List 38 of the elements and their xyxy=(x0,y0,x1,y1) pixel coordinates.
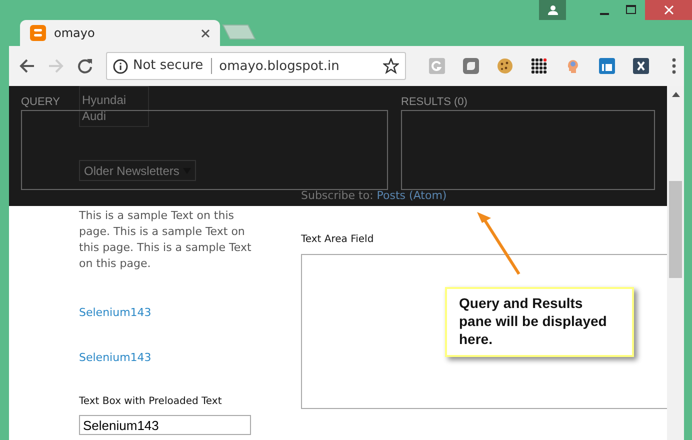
callout-note: Query and Results pane will be displayed here. xyxy=(445,287,634,357)
results-label: RESULTS (0) xyxy=(401,96,468,108)
close-button[interactable] xyxy=(645,0,692,20)
user-account-button[interactable] xyxy=(539,0,566,20)
menu-icon[interactable] xyxy=(672,58,676,74)
maximize-icon xyxy=(626,5,637,15)
callout-arrow xyxy=(477,212,520,275)
close-icon xyxy=(664,5,674,15)
cookie-icon[interactable] xyxy=(497,58,513,74)
link[interactable]: Selenium143 xyxy=(79,351,152,364)
blog-logo-icon xyxy=(30,25,46,41)
star-icon[interactable] xyxy=(383,58,399,74)
subscribe-text: Subscribe to: xyxy=(301,189,374,202)
text-input-field[interactable]: Selenium143 xyxy=(79,415,251,435)
person-icon xyxy=(548,5,558,15)
browser-tab[interactable]: omayo xyxy=(20,20,220,46)
dot-grid-icon[interactable] xyxy=(531,58,547,74)
dark-square-extension-icon[interactable] xyxy=(633,58,649,74)
address-bar[interactable]: Not secure omayo.blogspot.in xyxy=(106,52,406,80)
letter-tile-extension-icon[interactable] xyxy=(429,58,445,74)
sample-text: This is a sample Text on this page. This is a sample Text on this page. This is a sample Text on this page. xyxy=(79,208,252,272)
reload-icon[interactable] xyxy=(77,58,93,74)
extension-icon[interactable] xyxy=(463,58,479,74)
minimize-icon xyxy=(600,12,609,14)
url-text: omayo.blogspot.in xyxy=(219,58,340,74)
query-label: QUERY xyxy=(21,96,60,108)
info-icon xyxy=(113,58,128,74)
back-arrow-icon[interactable] xyxy=(19,58,35,74)
scrollbar-thumb[interactable] xyxy=(669,181,682,278)
square-extension-icon[interactable] xyxy=(599,58,615,74)
link[interactable]: Selenium143 xyxy=(79,306,152,319)
list-option: Hyundai xyxy=(82,92,148,108)
scroll-up-icon[interactable] xyxy=(672,92,680,97)
security-status: Not secure xyxy=(133,58,212,74)
textbox-label: Text Box with Preloaded Text xyxy=(79,396,222,407)
list-option: Audi xyxy=(82,108,148,124)
textarea-label: Text Area Field xyxy=(301,234,375,245)
close-tab-icon[interactable] xyxy=(201,28,210,38)
